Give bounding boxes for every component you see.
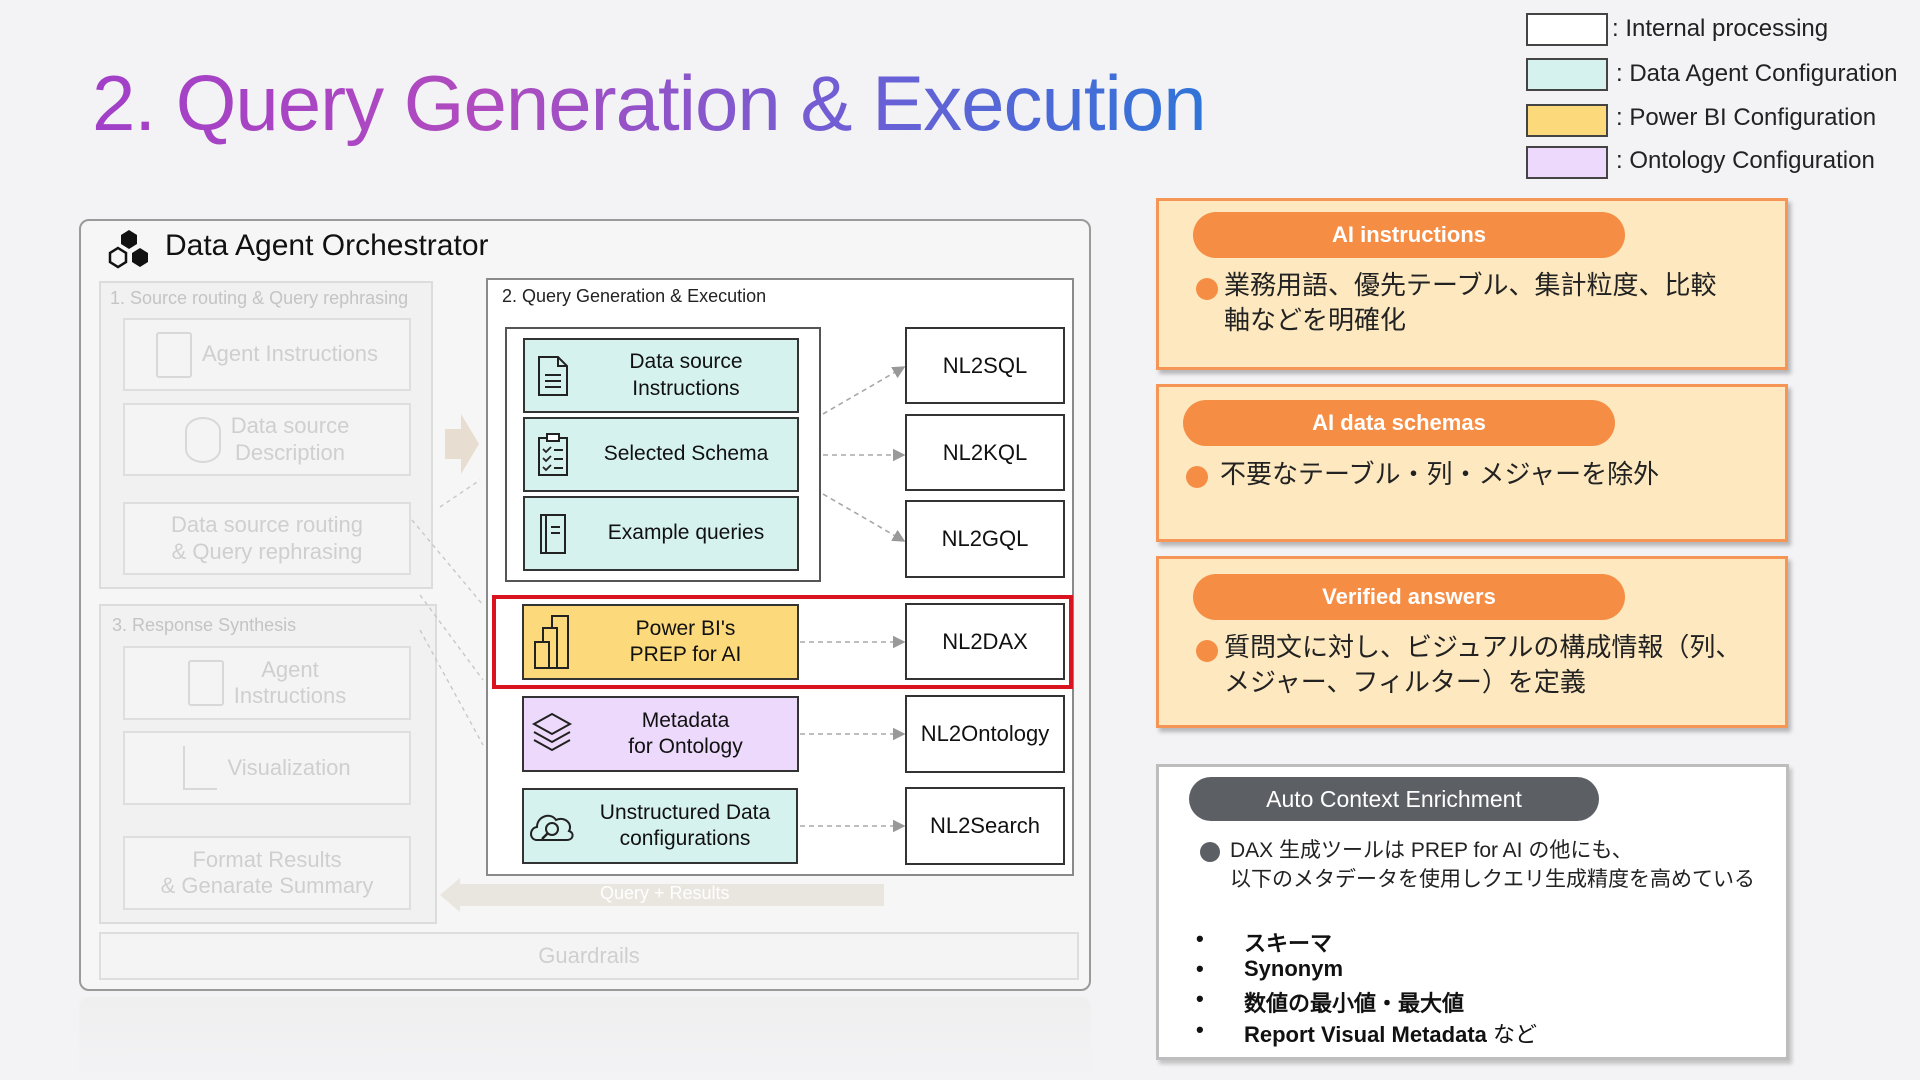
source-routing-heading: 1. Source routing & Query rephrasing — [110, 288, 409, 308]
list-item-suffix: など — [1486, 1022, 1538, 1047]
layers-icon — [524, 711, 580, 757]
data-source-instructions-node: Data source Instructions — [523, 338, 799, 413]
nl2sql-node: NL2SQL — [905, 327, 1065, 404]
query-generation-heading: 2. Query Generation & Execution — [502, 286, 767, 306]
guardrails-label: Guardrails — [538, 942, 640, 968]
data-source-routing-label: Data source routing & Query rephrasing — [171, 512, 363, 564]
database-icon — [184, 416, 221, 463]
legend-swatch-power-bi — [1526, 104, 1608, 137]
data-source-routing-box: Data source routing & Query rephrasing — [123, 502, 411, 575]
query-results-label: Query + Results — [600, 883, 730, 903]
highlight-box — [492, 595, 1073, 689]
node-label: Example queries — [607, 521, 765, 545]
document-icon — [187, 660, 224, 706]
agent-instructions-label-2: Agent Instructions — [233, 656, 347, 708]
verified-answers-pill: Verified answers — [1193, 574, 1625, 620]
orchestrator-hexagon-icon — [106, 228, 152, 270]
bullet-dot — [1196, 640, 1218, 667]
legend-label: : Ontology Configuration — [1616, 147, 1875, 174]
data-source-description-label: Data source Description — [230, 413, 350, 465]
guardrails-bar: Guardrails — [99, 932, 1079, 980]
nl2gql-node: NL2GQL — [905, 500, 1065, 578]
selected-schema-node: Selected Schema — [523, 417, 799, 492]
list-item: スキーマ — [1244, 931, 1333, 956]
visualization-box: Visualization — [123, 731, 411, 805]
faded-right-arrow-icon — [445, 414, 479, 474]
bullet-dot — [1196, 278, 1218, 305]
list-item-text: Report Visual Metadata — [1244, 1022, 1487, 1047]
node-label: Metadata for Ontology — [628, 708, 743, 758]
unstructured-data-node: Unstructured Data configurations — [522, 788, 798, 864]
nl2search-node: NL2Search — [905, 787, 1065, 865]
list-bullet: • — [1196, 986, 1204, 1011]
document-icon — [525, 355, 581, 397]
bullet-dot — [1186, 466, 1208, 493]
legend-label: : Power BI Configuration — [1616, 104, 1877, 131]
example-queries-node: Example queries — [523, 496, 799, 571]
list-bullet: • — [1196, 1017, 1204, 1042]
legend-label: : Data Agent Configuration — [1616, 60, 1898, 87]
document-icon — [155, 331, 192, 378]
data-source-description-box: Data source Description — [123, 403, 411, 476]
list-item: Synonym — [1244, 956, 1344, 981]
node-label: Selected Schema — [603, 442, 769, 466]
page-title: 2. Query Generation & Execution — [92, 59, 1207, 147]
checklist-icon — [525, 432, 581, 477]
node-label: Unstructured Data configurations — [599, 800, 771, 850]
format-results-label: Format Results & Genarate Summary — [160, 846, 374, 898]
line-chart-icon — [183, 746, 218, 790]
visualization-label: Visualization — [227, 754, 351, 780]
notebook-icon — [525, 512, 581, 556]
list-bullet: • — [1196, 926, 1204, 951]
list-item: Report Visual Metadata など — [1244, 1017, 1537, 1049]
ai-data-schemas-text: 不要なテーブル・列・メジャーを除外 — [1220, 459, 1660, 489]
list-item: 数値の最小値・最大値 — [1244, 991, 1465, 1016]
ai-data-schemas-pill: AI data schemas — [1183, 400, 1615, 446]
cloud-search-icon — [524, 806, 580, 846]
bullet-dot — [1200, 842, 1220, 862]
format-results-box: Format Results & Genarate Summary — [123, 836, 411, 910]
auto-context-text: DAX 生成ツールは PREP for AI の他にも、 以下のメタデータを使用… — [1230, 839, 1755, 892]
list-bullet: • — [1196, 956, 1204, 981]
response-synthesis-heading: 3. Response Synthesis — [112, 615, 297, 635]
ai-instructions-pill: AI instructions — [1193, 212, 1625, 258]
legend-swatch-data-agent — [1526, 58, 1608, 91]
node-label: Data source Instructions — [629, 350, 743, 400]
agent-instructions-label: Agent Instructions — [201, 341, 379, 367]
agent-instructions-box: Agent Instructions — [123, 318, 411, 391]
auto-context-pill: Auto Context Enrichment — [1189, 777, 1599, 821]
legend-swatch-internal — [1526, 13, 1608, 46]
nl2ontology-node: NL2Ontology — [905, 695, 1065, 773]
ai-instructions-text: 業務用語、優先テーブル、集計粒度、比較 軸などを明確化 — [1224, 270, 1717, 336]
legend-swatch-ontology — [1526, 146, 1608, 179]
orchestrator-title: Data Agent Orchestrator — [165, 229, 489, 262]
reflection — [79, 997, 1091, 1080]
agent-instructions-box-2: Agent Instructions — [123, 646, 411, 720]
legend-label: : Internal processing — [1612, 15, 1829, 42]
verified-answers-text: 質問文に対し、ビジュアルの構成情報（列、 メジャー、フィルター）を定義 — [1224, 632, 1742, 698]
ontology-metadata-node: Metadata for Ontology — [522, 696, 799, 772]
nl2kql-node: NL2KQL — [905, 414, 1065, 491]
